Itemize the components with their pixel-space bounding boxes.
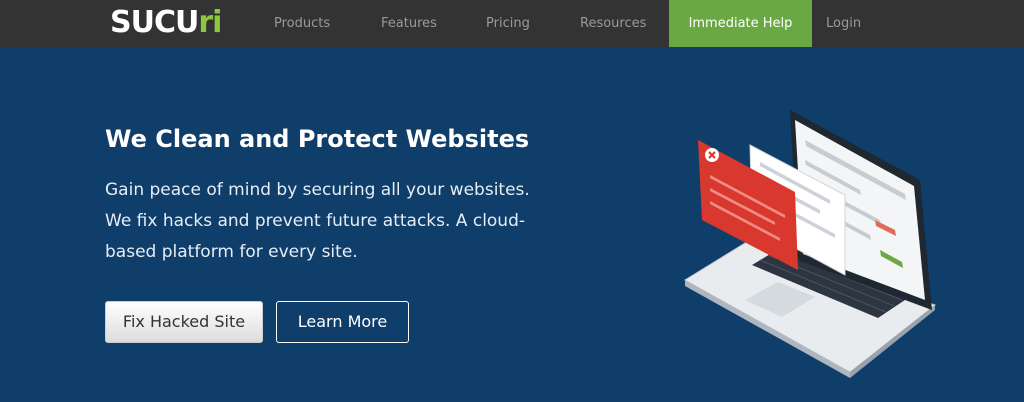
top-nav: SUCUri Products Features Pricing Resourc… bbox=[0, 0, 1024, 47]
fix-hacked-site-button[interactable]: Fix Hacked Site bbox=[105, 301, 263, 343]
nav-features[interactable]: Features bbox=[381, 0, 437, 47]
logo-accent-text: ri bbox=[198, 5, 222, 40]
hero-title: We Clean and Protect Websites bbox=[105, 125, 530, 153]
immediate-help-button[interactable]: Immediate Help bbox=[669, 0, 812, 47]
sucuri-logo[interactable]: SUCUri bbox=[110, 5, 222, 40]
nav-resources[interactable]: Resources bbox=[580, 0, 646, 47]
nav-pricing[interactable]: Pricing bbox=[486, 0, 530, 47]
hero-description-line: Gain peace of mind by securing all your … bbox=[105, 180, 530, 200]
logo-text: SUCU bbox=[110, 5, 199, 40]
nav-login[interactable]: Login bbox=[826, 0, 861, 47]
hero-description-line: based platform for every site. bbox=[105, 242, 358, 262]
laptop-security-illustration bbox=[684, 110, 937, 378]
hero-description: Gain peace of mind by securing all your … bbox=[105, 175, 535, 268]
nav-products[interactable]: Products bbox=[274, 0, 330, 47]
hero-description-line: We fix hacks and prevent future attacks.… bbox=[105, 211, 526, 231]
learn-more-button[interactable]: Learn More bbox=[276, 301, 409, 343]
